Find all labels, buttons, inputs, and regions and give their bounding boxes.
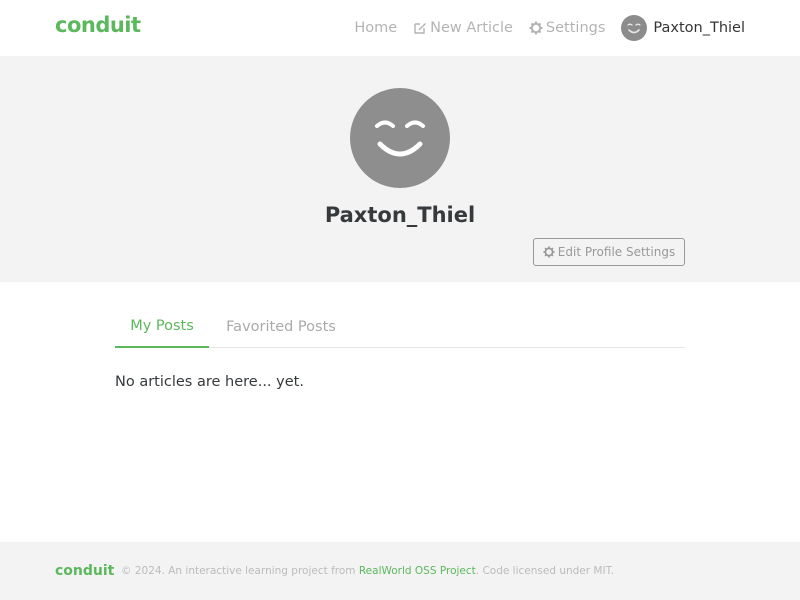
tab-my-posts[interactable]: My Posts	[115, 306, 209, 348]
realworld-link[interactable]: RealWorld OSS Project	[359, 565, 476, 577]
gear-icon	[543, 246, 555, 258]
footer-text-before: © 2024. An interactive learning project …	[121, 565, 359, 577]
articles-toggle: My Posts Favorited Posts	[115, 306, 685, 348]
nav-settings-link[interactable]: Settings	[529, 20, 605, 36]
nav-new-article-link[interactable]: New Article	[413, 20, 513, 36]
edit-profile-settings-button[interactable]: Edit Profile Settings	[533, 238, 685, 266]
footer-attribution: © 2024. An interactive learning project …	[121, 565, 614, 577]
footer: conduit © 2024. An interactive learning …	[0, 542, 800, 600]
nav-settings-label: Settings	[545, 20, 606, 36]
nav-home-label: Home	[354, 20, 398, 36]
footer-text-after: . Code licensed under MIT.	[475, 565, 615, 577]
footer-brand-link[interactable]: conduit	[55, 563, 114, 579]
empty-articles-message: No articles are here... yet.	[115, 374, 304, 390]
compose-icon	[413, 21, 427, 35]
nav-home-link[interactable]: Home	[354, 20, 397, 36]
tab-favorited-posts[interactable]: Favorited Posts	[218, 306, 344, 348]
nav-username: Paxton_Thiel	[653, 20, 745, 36]
profile-username: Paxton_Thiel	[324, 203, 476, 227]
gear-icon	[529, 21, 543, 35]
nav-links: Home New Article Settings Paxton_Thiel	[338, 0, 745, 56]
profile-avatar	[350, 88, 450, 188]
nav-new-article-label: New Article	[430, 20, 513, 36]
user-info-banner: Paxton_Thiel Edit Profile Settings	[0, 56, 800, 282]
smiley-icon	[375, 120, 425, 157]
user-avatar-icon	[621, 15, 648, 41]
top-navbar: conduit Home New Article Settings Paxton…	[0, 0, 800, 56]
nav-user-profile-link[interactable]: Paxton_Thiel	[621, 15, 745, 41]
brand-logo-link[interactable]: conduit	[55, 13, 141, 37]
edit-profile-settings-label: Edit Profile Settings	[557, 245, 676, 259]
